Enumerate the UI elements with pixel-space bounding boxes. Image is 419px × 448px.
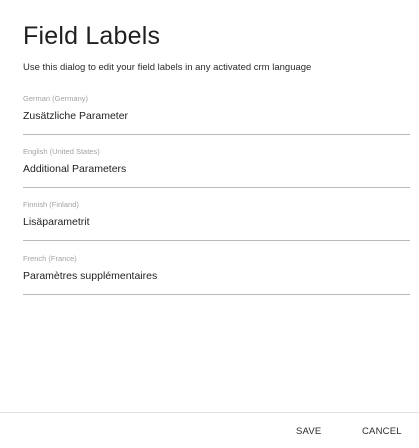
french-label-input[interactable] — [23, 270, 403, 282]
dialog-footer: SAVE CANCEL — [0, 412, 419, 448]
dialog-title: Field Labels — [23, 22, 161, 50]
field-label-english: English (United States) — [23, 147, 100, 156]
english-label-input[interactable] — [23, 163, 403, 175]
dialog-body: Field Labels Use this dialog to edit you… — [0, 0, 419, 412]
field-labels-dialog: Field Labels Use this dialog to edit you… — [0, 0, 419, 448]
german-label-input[interactable] — [23, 110, 403, 122]
cancel-button[interactable]: CANCEL — [362, 426, 402, 437]
save-button[interactable]: SAVE — [296, 426, 321, 437]
field-french: French (France) — [23, 254, 410, 295]
finnish-label-input[interactable] — [23, 216, 403, 228]
field-english: English (United States) — [23, 147, 410, 188]
field-label-finnish: Finnish (Finland) — [23, 200, 79, 209]
field-finnish: Finnish (Finland) — [23, 200, 410, 241]
dialog-subtitle: Use this dialog to edit your field label… — [23, 62, 312, 73]
field-german: German (Germany) — [23, 94, 410, 135]
field-label-german: German (Germany) — [23, 94, 89, 103]
field-label-french: French (France) — [23, 254, 77, 263]
